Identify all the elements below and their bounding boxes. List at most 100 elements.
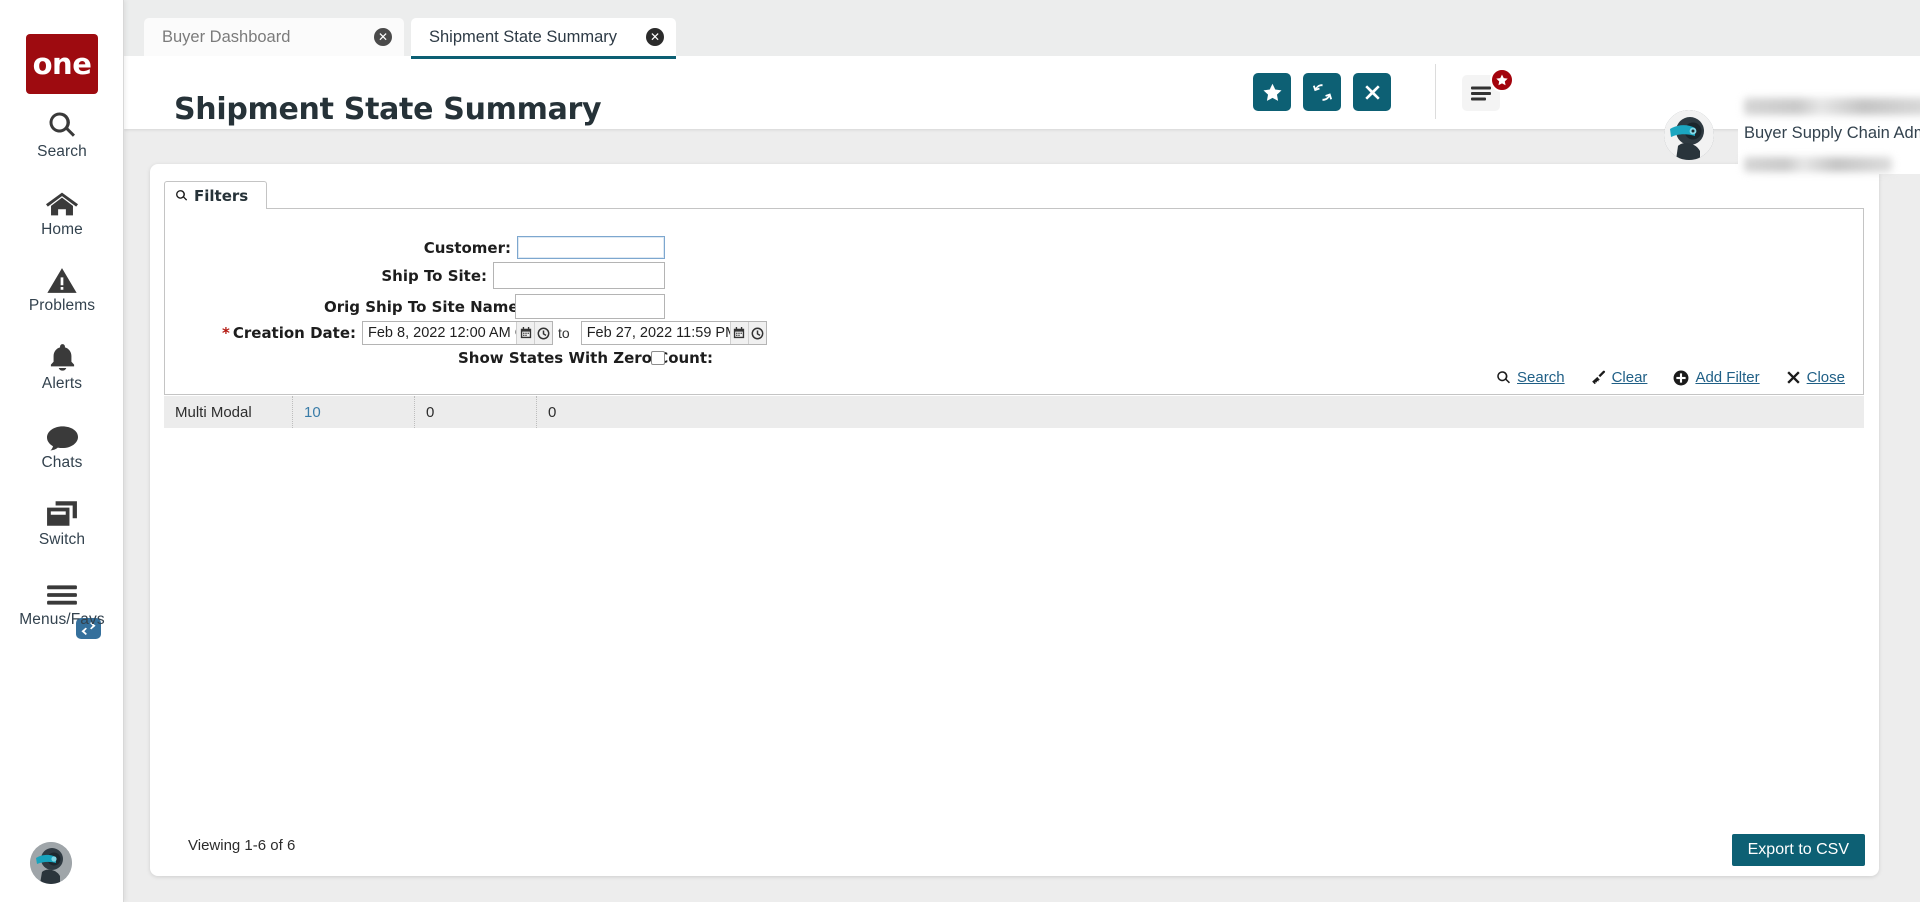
clear-link-label: Clear — [1611, 369, 1648, 386]
chat-bubble-icon — [46, 415, 78, 451]
browser-tab-strip: Buyer Dashboard ✕ Shipment State Summary… — [124, 0, 1920, 59]
header-divider — [1435, 64, 1436, 119]
cell-count-3: 0 — [548, 403, 557, 421]
search-icon — [1497, 371, 1511, 384]
windows-stack-icon — [46, 492, 78, 528]
sidebar-item-alerts[interactable]: Alerts — [0, 336, 124, 393]
refresh-button[interactable] — [1303, 73, 1341, 111]
sidebar-item-label: Problems — [28, 297, 96, 314]
brand-wordmark: one — [32, 46, 92, 81]
sidebar-item-label: Chats — [41, 454, 83, 471]
cell-spacer — [659, 396, 752, 428]
creation-date-to-value[interactable]: Feb 27, 2022 11:59 PM CS — [582, 322, 762, 344]
redacted-user-detail — [1744, 157, 1892, 172]
tab-shipment-state-summary[interactable]: Shipment State Summary ✕ — [411, 18, 676, 59]
cell-transport-mode: Multi Modal — [164, 396, 293, 428]
clock-icon[interactable] — [747, 322, 766, 344]
export-to-csv-button[interactable]: Export to CSV — [1731, 834, 1865, 866]
redacted-user-name — [1744, 98, 1920, 115]
date-range-separator: to — [558, 325, 570, 341]
user-avatar — [30, 842, 72, 884]
required-marker: * — [222, 324, 230, 342]
sidebar-item-label: Search — [37, 143, 87, 160]
sidebar-item-chats[interactable]: Chats — [0, 415, 124, 472]
page-header: Shipment State Summary Buyer Supply Chai… — [124, 52, 1920, 174]
search-icon — [175, 189, 188, 202]
filters-panel: Customer: Ship To Site: Orig Ship To Sit… — [164, 208, 1864, 395]
customer-label: Customer: — [423, 238, 511, 257]
home-icon — [46, 182, 78, 218]
user-role-label: Buyer Supply Chain Admin — [1744, 124, 1920, 142]
sidebar-item-menus-favs[interactable]: Menus/Favs — [0, 572, 124, 629]
creation-date-label-text: Creation Date: — [232, 324, 356, 342]
x-icon — [1364, 84, 1380, 100]
filter-row-orig-ship-to-site-name: Orig Ship To Site Name: — [165, 294, 665, 319]
user-info-block[interactable]: Buyer Supply Chain Admin — [1738, 94, 1920, 174]
application-window: one Search Home Problems Alerts Chats Sw… — [0, 0, 1920, 902]
filter-row-customer: Customer: — [165, 236, 665, 259]
close-circle-icon[interactable]: ✕ — [646, 28, 664, 46]
brand-logo[interactable]: one — [26, 34, 98, 94]
add-filter-link[interactable]: Add Filter — [1673, 369, 1760, 386]
close-page-button[interactable] — [1353, 73, 1391, 111]
sidebar-item-label: Home — [41, 221, 83, 238]
ship-to-site-label: Ship To Site: — [381, 266, 487, 285]
search-icon — [47, 104, 77, 140]
creation-date-from-value[interactable]: Feb 8, 2022 12:00 AM CST — [363, 322, 544, 344]
sidebar-item-label: Menus/Favs — [19, 611, 105, 628]
refresh-icon — [1312, 83, 1332, 101]
header-avatar[interactable] — [1664, 110, 1714, 160]
hamburger-icon — [1471, 86, 1491, 100]
clear-link[interactable]: Clear — [1591, 369, 1648, 386]
results-table: Multi Modal 10 0 0 — [164, 396, 1864, 428]
sidebar-item-label: Alerts — [41, 375, 83, 392]
favorite-button[interactable] — [1253, 73, 1291, 111]
calendar-icon[interactable] — [516, 322, 534, 344]
close-circle-icon[interactable]: ✕ — [374, 28, 392, 46]
filters-tab[interactable]: Filters — [164, 181, 267, 209]
clock-icon[interactable] — [534, 322, 552, 344]
cell-count-2: 0 — [415, 396, 537, 428]
bell-icon — [49, 336, 76, 372]
sidebar-item-switch[interactable]: Switch — [0, 492, 124, 549]
main-content-card: Filters Customer: Ship To Site: Orig Shi… — [150, 164, 1879, 876]
orig-ship-to-site-name-label: Orig Ship To Site Name: — [324, 297, 525, 316]
broom-icon — [1591, 370, 1605, 385]
sidebar-item-home[interactable]: Home — [0, 182, 124, 239]
x-bold-icon — [1786, 371, 1800, 384]
filter-row-zero-count: Show States With Zero Count: — [165, 349, 714, 367]
cell-count-1[interactable]: 10 — [293, 396, 415, 428]
hamburger-icon — [46, 572, 78, 608]
sidebar-item-label: Switch — [38, 531, 86, 548]
tab-buyer-dashboard[interactable]: Buyer Dashboard ✕ — [144, 18, 404, 56]
search-link[interactable]: Search — [1496, 369, 1565, 386]
filters-tab-label: Filters — [194, 186, 249, 205]
table-row[interactable]: Multi Modal 10 0 0 — [164, 396, 1864, 428]
menu-favorites-badge[interactable] — [1490, 68, 1514, 92]
orig-ship-to-site-name-input[interactable] — [515, 294, 665, 319]
tab-label: Shipment State Summary — [429, 27, 617, 46]
filter-actions: Search Clear Add Filter Close — [1496, 369, 1845, 386]
filter-row-ship-to-site: Ship To Site: — [165, 262, 665, 289]
creation-date-to-group: Feb 27, 2022 11:59 PM CS — [580, 321, 767, 345]
page-title: Shipment State Summary — [174, 92, 602, 128]
zero-count-checkbox[interactable] — [651, 351, 665, 365]
viewing-count-text: Viewing 1-6 of 6 — [188, 837, 296, 854]
calendar-icon[interactable] — [729, 322, 748, 344]
creation-date-from-group: Feb 8, 2022 12:00 AM CST — [362, 321, 553, 345]
search-link-label: Search — [1517, 369, 1565, 386]
user-avatar — [1664, 110, 1714, 160]
star-icon — [1262, 83, 1282, 101]
left-sidebar: one Search Home Problems Alerts Chats Sw… — [0, 0, 124, 902]
filter-row-creation-date: * Creation Date: Feb 8, 2022 12:00 AM CST… — [165, 321, 905, 345]
zero-count-label: Show States With Zero Count: — [458, 349, 714, 367]
close-filters-link[interactable]: Close — [1786, 369, 1845, 386]
close-filters-link-label: Close — [1806, 369, 1845, 386]
plus-circle-icon — [1673, 370, 1689, 385]
add-filter-link-label: Add Filter — [1695, 369, 1760, 386]
sidebar-item-search[interactable]: Search — [0, 104, 124, 161]
sidebar-item-problems[interactable]: Problems — [0, 258, 124, 315]
sidebar-avatar[interactable] — [30, 842, 72, 884]
customer-input[interactable] — [517, 236, 665, 259]
ship-to-site-input[interactable] — [493, 262, 665, 289]
